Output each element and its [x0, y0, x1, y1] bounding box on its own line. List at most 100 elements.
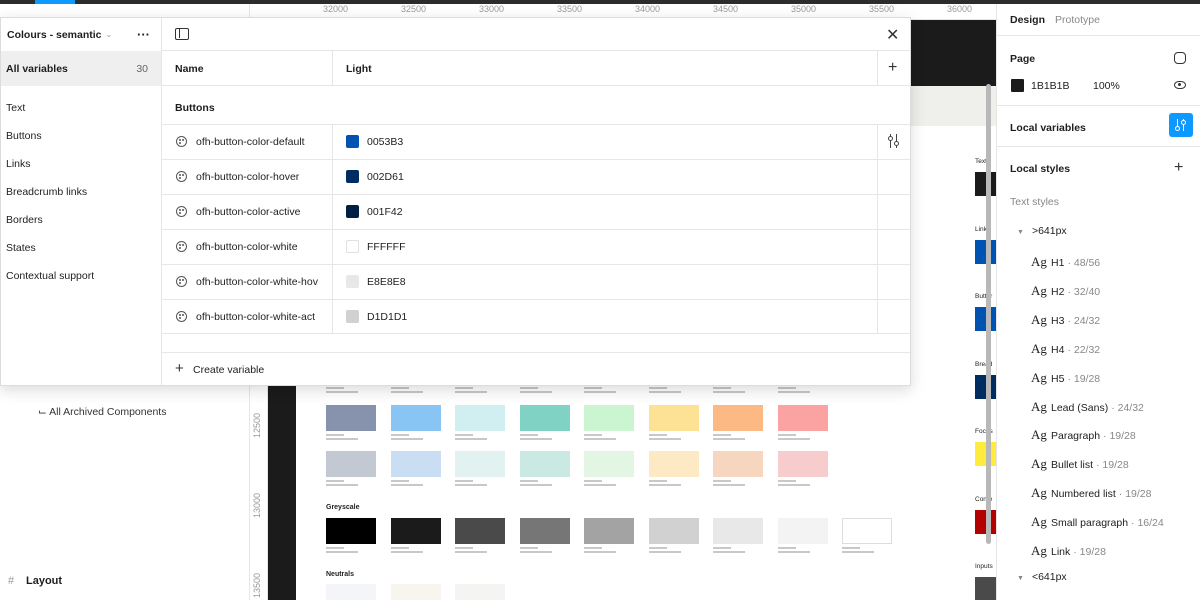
edit-variable-icon[interactable]: [887, 134, 900, 148]
variable-name[interactable]: ofh-button-color-white-hov: [196, 276, 326, 288]
group-item[interactable]: Borders: [6, 206, 94, 234]
color-swatch[interactable]: [584, 451, 634, 477]
text-style-item[interactable]: Ag H2 · 32/40: [1031, 283, 1100, 299]
page-settings-icon[interactable]: [1174, 52, 1186, 64]
text-style-item[interactable]: Ag H5 · 19/28: [1031, 370, 1100, 386]
color-swatch[interactable]: [842, 518, 892, 544]
add-mode-icon[interactable]: +: [888, 59, 897, 77]
variable-value[interactable]: 0053B3: [367, 136, 403, 148]
color-swatch[interactable]: [455, 584, 505, 600]
swatch-caption: [519, 547, 560, 553]
color-swatch[interactable]: [326, 405, 376, 431]
color-swatch[interactable]: [584, 405, 634, 431]
ruler-tick-label: 35500: [869, 4, 895, 14]
layer-item-archived-components[interactable]: ⌙ All Archived Components: [38, 406, 166, 418]
sidebar-toggle-icon[interactable]: [175, 28, 189, 40]
text-style-item[interactable]: Ag Link · 19/28: [1031, 543, 1106, 559]
tab-prototype[interactable]: Prototype: [1055, 14, 1100, 26]
color-swatch[interactable]: [390, 405, 441, 431]
color-swatch[interactable]: [519, 518, 570, 544]
color-swatch[interactable]: [777, 451, 828, 477]
variable-name[interactable]: ofh-button-color-hover: [196, 171, 326, 183]
color-chip[interactable]: [346, 240, 359, 253]
color-chip[interactable]: [346, 135, 359, 148]
color-swatch[interactable]: [584, 518, 634, 544]
eye-icon[interactable]: [1174, 81, 1186, 89]
group-item[interactable]: Text: [6, 94, 94, 122]
create-variable-button[interactable]: + Create variable: [162, 352, 910, 385]
breakpoint-group-large[interactable]: ▼ >641px: [1017, 225, 1067, 237]
color-swatch[interactable]: [455, 405, 505, 431]
page-opacity[interactable]: 100%: [1093, 80, 1120, 92]
swatch-caption: [584, 547, 624, 553]
text-style-item[interactable]: Ag Numbered list · 19/28: [1031, 485, 1151, 501]
color-swatch[interactable]: [519, 405, 570, 431]
layout-section[interactable]: # Layout: [0, 570, 249, 592]
variable-name[interactable]: ofh-button-color-white-act: [196, 311, 326, 323]
swatch-caption: [326, 434, 366, 440]
color-swatch[interactable]: [777, 518, 828, 544]
variable-row[interactable]: ofh-button-color-white-act D1D1D1: [162, 299, 910, 334]
color-swatch[interactable]: [390, 518, 441, 544]
text-style-item[interactable]: Ag Paragraph · 19/28: [1031, 427, 1136, 443]
group-item[interactable]: Breadcrumb links: [6, 178, 94, 206]
swatch-caption: [390, 547, 431, 553]
tab-design[interactable]: Design: [1010, 14, 1045, 26]
text-style-item[interactable]: Ag H1 · 48/56: [1031, 254, 1100, 270]
variable-row[interactable]: ofh-button-color-white FFFFFF: [162, 229, 910, 264]
color-swatch[interactable]: [648, 518, 699, 544]
text-style-item[interactable]: Ag Lead (Sans) · 24/32: [1031, 399, 1144, 415]
color-chip[interactable]: [346, 275, 359, 288]
color-swatch[interactable]: [455, 451, 505, 477]
text-style-item[interactable]: Ag H3 · 24/32: [1031, 312, 1100, 328]
breakpoint-group-small[interactable]: ▼ <641px: [1017, 571, 1067, 583]
collection-selector[interactable]: Colours - semantic ⌄ ···: [1, 18, 161, 51]
color-swatch[interactable]: [648, 451, 699, 477]
more-options-icon[interactable]: ···: [137, 27, 150, 42]
variable-value[interactable]: E8E8E8: [367, 276, 406, 288]
group-item[interactable]: States: [6, 234, 94, 262]
color-swatch[interactable]: [713, 405, 763, 431]
all-variables-item[interactable]: All variables 30: [1, 51, 161, 86]
variable-row[interactable]: ofh-button-color-default 0053B3: [162, 124, 910, 159]
page-color-hex[interactable]: 1B1B1B: [1031, 80, 1070, 92]
color-swatch[interactable]: [648, 405, 699, 431]
variable-value[interactable]: D1D1D1: [367, 311, 407, 323]
group-item[interactable]: Links: [6, 150, 94, 178]
token-swatch[interactable]: [975, 577, 996, 600]
color-swatch[interactable]: [455, 518, 505, 544]
variable-name[interactable]: ofh-button-color-active: [196, 206, 326, 218]
open-variables-button[interactable]: [1169, 113, 1193, 137]
variable-row[interactable]: ofh-button-color-hover 002D61: [162, 159, 910, 194]
color-swatch[interactable]: [326, 518, 376, 544]
group-item[interactable]: Buttons: [6, 122, 94, 150]
color-swatch[interactable]: [390, 584, 441, 600]
group-list: Text Buttons Links Breadcrumb links Borders S…: [6, 94, 94, 290]
color-chip[interactable]: [346, 170, 359, 183]
variable-name[interactable]: ofh-button-color-white: [196, 241, 326, 253]
color-chip[interactable]: [346, 205, 359, 218]
canvas-scrollbar[interactable]: [986, 84, 991, 544]
variable-name[interactable]: ofh-button-color-default: [196, 136, 326, 148]
variable-value[interactable]: 002D61: [367, 171, 404, 183]
text-style-item[interactable]: Ag Bullet list · 19/28: [1031, 456, 1129, 472]
close-icon[interactable]: ✕: [886, 25, 899, 45]
variable-row[interactable]: ofh-button-color-white-hov E8E8E8: [162, 264, 910, 299]
color-swatch[interactable]: [390, 451, 441, 477]
color-swatch[interactable]: [326, 584, 376, 600]
color-swatch[interactable]: [713, 451, 763, 477]
variable-row[interactable]: ofh-button-color-active 001F42: [162, 194, 910, 229]
text-style-item[interactable]: Ag H4 · 22/32: [1031, 341, 1100, 357]
column-header-light[interactable]: Light: [346, 63, 372, 75]
color-swatch[interactable]: [713, 518, 763, 544]
variable-value[interactable]: 001F42: [367, 206, 403, 218]
group-item[interactable]: Contextual support: [6, 262, 94, 290]
color-swatch[interactable]: [326, 451, 376, 477]
color-swatch[interactable]: [777, 405, 828, 431]
add-style-icon[interactable]: +: [1174, 159, 1183, 177]
page-color-swatch[interactable]: [1011, 79, 1024, 92]
variable-value[interactable]: FFFFFF: [367, 241, 405, 253]
color-chip[interactable]: [346, 310, 359, 323]
color-swatch[interactable]: [519, 451, 570, 477]
text-style-item[interactable]: Ag Small paragraph · 16/24: [1031, 514, 1164, 530]
